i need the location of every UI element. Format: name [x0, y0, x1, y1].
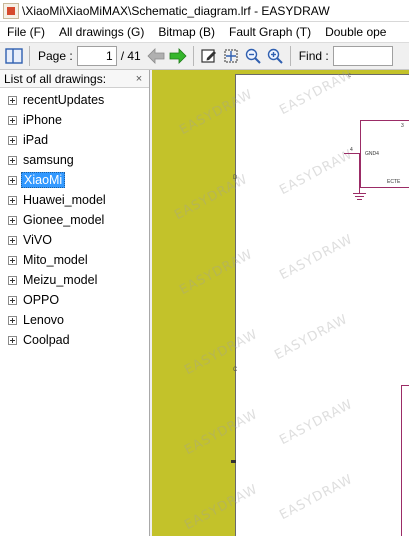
watermark: EASYDRAW — [277, 471, 356, 524]
sheet-edge-marker — [231, 460, 236, 463]
panel-toggle-icon[interactable] — [4, 46, 24, 66]
expand-icon[interactable] — [8, 295, 17, 305]
expand-icon[interactable] — [8, 315, 17, 325]
schematic-content: D C c EASYDRAW EASYDRAW EASYDRAW EASYDRA… — [172, 70, 409, 536]
expand-icon[interactable] — [8, 175, 17, 185]
ground-symbol — [357, 199, 362, 200]
tree-item-meizu-model[interactable]: Meizu_model — [0, 270, 149, 290]
panel-title: List of all drawings: — [4, 71, 107, 86]
app-icon — [3, 2, 19, 19]
prev-page-arrow-icon[interactable] — [146, 46, 166, 66]
find-label: Find : — [298, 49, 329, 63]
watermark: EASYDRAW — [277, 231, 356, 284]
tree-item-iphone[interactable]: iPhone — [0, 110, 149, 130]
schematic-block[interactable] — [401, 385, 409, 536]
chip-pin-label: GND4 — [365, 151, 379, 157]
menu-bitmap[interactable]: Bitmap (B) — [151, 22, 222, 42]
chip-pin-number: 3 — [401, 123, 404, 129]
tree-item-oppo[interactable]: OPPO — [0, 290, 149, 310]
ground-symbol — [355, 196, 364, 197]
chip-bottom-label: ECTE — [387, 179, 401, 185]
schematic-component[interactable]: GND4 3 ECTE — [360, 120, 409, 188]
watermark: EASYDRAW — [182, 326, 261, 379]
tree-item-coolpad[interactable]: Coolpad — [0, 330, 149, 350]
expand-icon[interactable] — [8, 95, 17, 105]
tree-item-label: iPad — [23, 133, 49, 147]
tree-item-label: iPhone — [23, 113, 62, 127]
expand-icon[interactable] — [8, 335, 17, 345]
schematic-sheet[interactable]: D C c EASYDRAW EASYDRAW EASYDRAW EASYDRA… — [172, 70, 409, 536]
page-number-input[interactable] — [76, 46, 117, 66]
expand-icon[interactable] — [8, 115, 17, 125]
schematic-wire — [359, 153, 360, 193]
close-icon[interactable]: × — [133, 73, 145, 85]
tree-item-label: Gionee_model — [23, 213, 105, 227]
watermark: EASYDRAW — [172, 171, 251, 224]
tree-item-recentupdates[interactable]: recentUpdates — [0, 90, 149, 110]
watermark: EASYDRAW — [182, 406, 261, 459]
tree-item-label: Meizu_model — [23, 273, 98, 287]
tree-item-huawei-model[interactable]: Huawei_model — [0, 190, 149, 210]
menu-fault-graph[interactable]: Fault Graph (T) — [222, 22, 318, 42]
zoom-in-icon[interactable] — [265, 46, 285, 66]
find-input[interactable] — [332, 46, 393, 66]
tree-item-label: Mito_model — [23, 253, 88, 267]
watermark: EASYDRAW — [277, 396, 356, 449]
tree-item-ipad[interactable]: iPad — [0, 130, 149, 150]
drawings-tree: recentUpdates iPhone iPad samsung XiaoMi… — [0, 88, 149, 350]
tree-item-samsung[interactable]: samsung — [0, 150, 149, 170]
watermark: EASYDRAW — [277, 70, 356, 119]
expand-icon[interactable] — [8, 235, 17, 245]
tree-item-label: Huawei_model — [23, 193, 106, 207]
next-page-arrow-icon[interactable] — [168, 46, 188, 66]
ground-symbol — [353, 193, 366, 194]
toolbar-separator — [29, 46, 30, 66]
title-bar: \XiaoMi\XiaoMiMAX\Schematic_diagram.lrf … — [0, 0, 409, 22]
tree-item-label: Coolpad — [23, 333, 70, 347]
window-title: \XiaoMi\XiaoMiMAX\Schematic_diagram.lrf … — [22, 3, 330, 18]
page-total: / 41 — [120, 49, 141, 63]
tree-item-label: OPPO — [23, 293, 60, 307]
tree-item-xiaomi[interactable]: XiaoMi — [0, 170, 149, 190]
tree-item-vivo[interactable]: ViVO — [0, 230, 149, 250]
zoom-out-icon[interactable] — [243, 46, 263, 66]
tree-item-lenovo[interactable]: Lenovo — [0, 310, 149, 330]
menu-bar: File (F) All drawings (G) Bitmap (B) Fau… — [0, 22, 409, 42]
watermark: EASYDRAW — [182, 481, 261, 534]
expand-icon[interactable] — [8, 215, 17, 225]
watermark: EASYDRAW — [272, 311, 351, 364]
tree-item-gionee-model[interactable]: Gionee_model — [0, 210, 149, 230]
tree-item-label: ViVO — [23, 233, 52, 247]
page-label: Page : — [38, 49, 73, 63]
toolbar: Page : / 41 Find : — [0, 42, 409, 70]
panel-header: List of all drawings: × — [0, 70, 149, 88]
watermark: EASYDRAW — [177, 86, 256, 139]
menu-double-operation[interactable]: Double ope — [318, 22, 393, 42]
tree-item-label: XiaoMi — [21, 172, 66, 188]
schematic-wire — [344, 153, 360, 154]
fit-page-icon[interactable] — [221, 46, 241, 66]
tree-item-label: Lenovo — [23, 313, 65, 327]
drawing-canvas[interactable]: D C c EASYDRAW EASYDRAW EASYDRAW EASYDRA… — [152, 70, 409, 536]
watermark: EASYDRAW — [277, 146, 356, 199]
ruler-mark: C — [233, 367, 238, 373]
expand-icon[interactable] — [8, 275, 17, 285]
toolbar-separator — [192, 46, 194, 66]
toolbar-separator — [289, 46, 291, 66]
tree-item-label: samsung — [23, 153, 74, 167]
tree-item-mito-model[interactable]: Mito_model — [0, 250, 149, 270]
edit-icon[interactable] — [199, 46, 219, 66]
expand-icon[interactable] — [8, 135, 17, 145]
menu-file[interactable]: File (F) — [0, 22, 52, 42]
tree-item-label: recentUpdates — [23, 93, 105, 107]
watermark: EASYDRAW — [177, 246, 256, 299]
drawings-list-panel: List of all drawings: × recentUpdates iP… — [0, 70, 150, 536]
expand-icon[interactable] — [8, 195, 17, 205]
menu-all-drawings[interactable]: All drawings (G) — [52, 22, 151, 42]
expand-icon[interactable] — [8, 155, 17, 165]
expand-icon[interactable] — [8, 255, 17, 265]
